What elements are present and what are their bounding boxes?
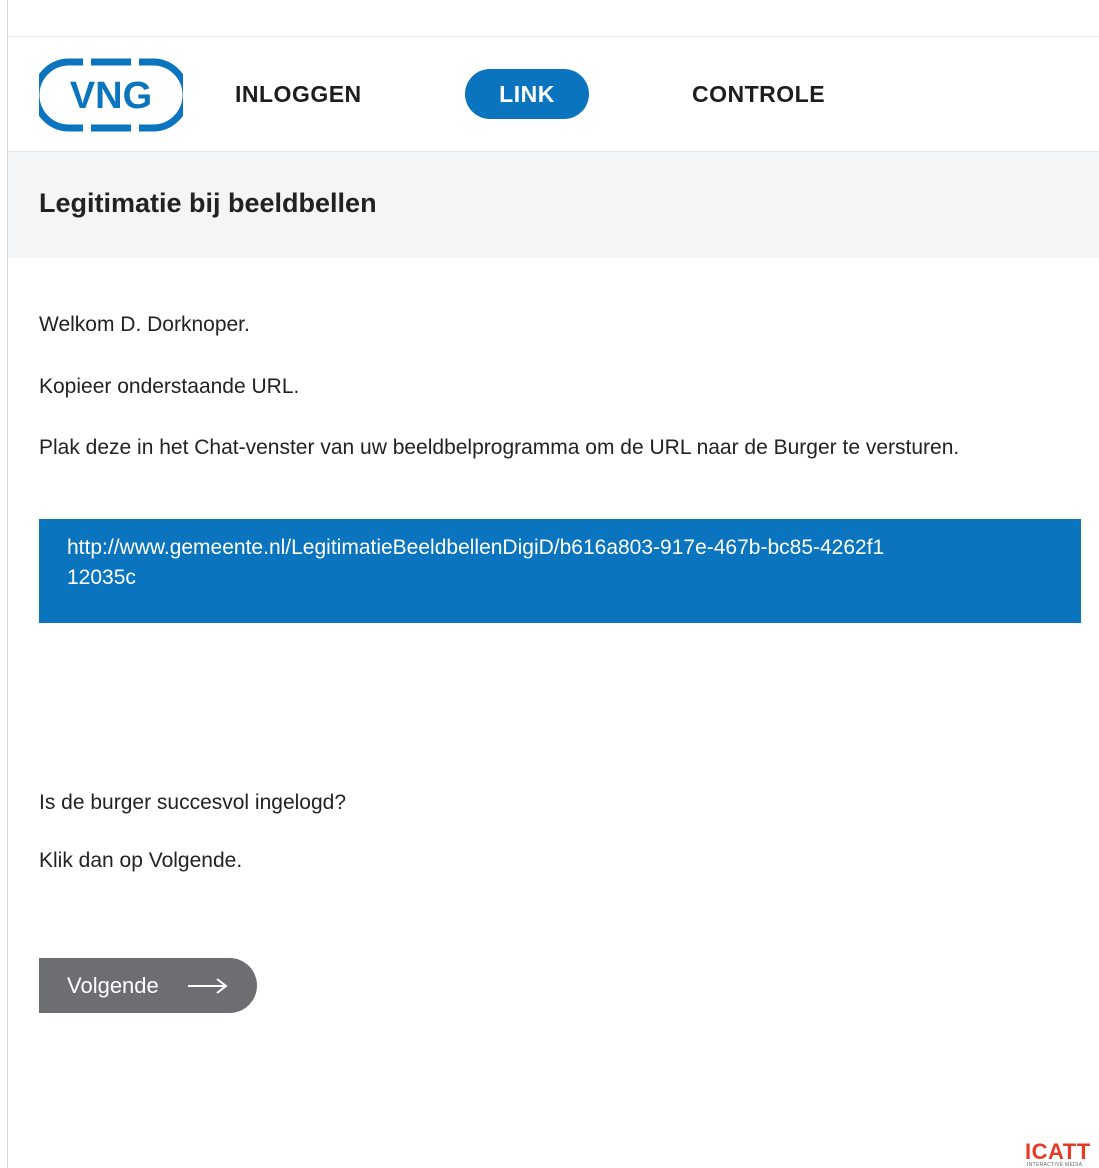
next-button[interactable]: Volgende <box>39 958 257 1013</box>
welcome-text: Welkom D. Dorknoper. <box>39 313 250 336</box>
session-url[interactable]: http://www.gemeente.nl/LegitimatieBeeldb… <box>67 533 887 593</box>
title-band: Legitimatie bij beeldbellen <box>8 152 1099 258</box>
nav-tab-inloggen[interactable]: INLOGGEN <box>235 69 362 119</box>
vng-logo-text: VNG <box>70 75 152 117</box>
page-title: Legitimatie bij beeldbellen <box>39 188 377 218</box>
header: VNG INLOGGEN LINK CONTROLE <box>8 37 1099 152</box>
next-button-label: Volgende <box>67 973 159 998</box>
icatt-logo-text: ICATT <box>1025 1140 1091 1164</box>
next-instruction: Klik dan op Volgende. <box>39 849 243 872</box>
vng-logo: VNG <box>39 58 183 132</box>
app-window: VNG INLOGGEN LINK CONTROLE Legitimatie b… <box>7 0 1099 1168</box>
paste-instruction: Plak deze in het Chat-venster van uw bee… <box>39 436 960 459</box>
copy-instruction: Kopieer onderstaande URL. <box>39 375 300 398</box>
nav-tab-controle[interactable]: CONTROLE <box>692 69 825 119</box>
arrow-right-icon <box>188 978 228 994</box>
top-strip <box>8 0 1099 37</box>
login-question: Is de burger succesvol ingelogd? <box>39 791 347 814</box>
url-box: http://www.gemeente.nl/LegitimatieBeeldb… <box>39 519 1081 623</box>
icatt-tagline: INTERACTIVE MEDIA <box>1027 1162 1083 1168</box>
nav-tab-link[interactable]: LINK <box>465 69 589 119</box>
icatt-logo: ICATT INTERACTIVE MEDIA <box>1025 1140 1099 1168</box>
